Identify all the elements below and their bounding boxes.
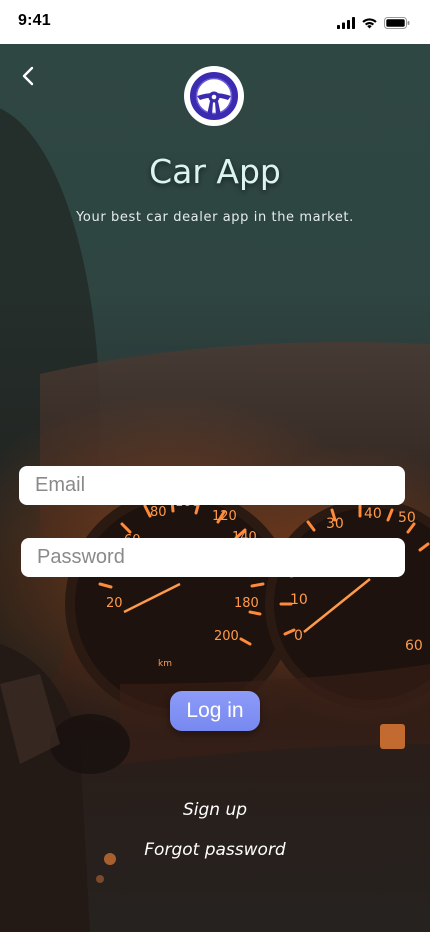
gauge-label: 30 [326,516,344,532]
status-bar: 9:41 [0,0,430,44]
password-field[interactable] [21,538,405,577]
gauge-label: 10 [290,592,308,608]
gauge-label: km [158,659,172,669]
steering-wheel-icon [190,72,238,120]
gauge-label: 180 [234,596,259,611]
cellular-signal-icon [337,14,355,33]
email-field[interactable] [19,466,405,505]
gauge-label: 120 [212,509,237,524]
app-subtitle: Your best car dealer app in the market. [76,210,354,225]
gauge-label: 50 [398,510,416,526]
status-time: 9:41 [18,12,51,29]
forgot-password-link-row: Forgot password [0,840,430,860]
status-icons [337,14,410,33]
gauge-label: 200 [214,629,239,644]
login-button[interactable]: Log in [170,691,260,731]
signup-link[interactable]: Sign up [183,800,247,820]
app-title: Car App [149,152,281,191]
gauge-label: 0 [294,628,303,644]
back-button[interactable] [12,60,44,92]
gauge-label: 40 [364,506,382,522]
gauge-label: 80 [150,505,167,520]
background-photo: 60 80 100 120 140 20 180 200 km 30 [0,44,430,932]
signup-link-row: Sign up [0,800,430,820]
app-logo [184,66,244,126]
battery-icon [384,14,410,33]
chevron-left-icon [22,66,34,86]
gauge-label: 60 [405,638,423,654]
forgot-password-link[interactable]: Forgot password [144,840,285,860]
wifi-icon [361,14,378,33]
gauge-label: 20 [106,596,123,611]
